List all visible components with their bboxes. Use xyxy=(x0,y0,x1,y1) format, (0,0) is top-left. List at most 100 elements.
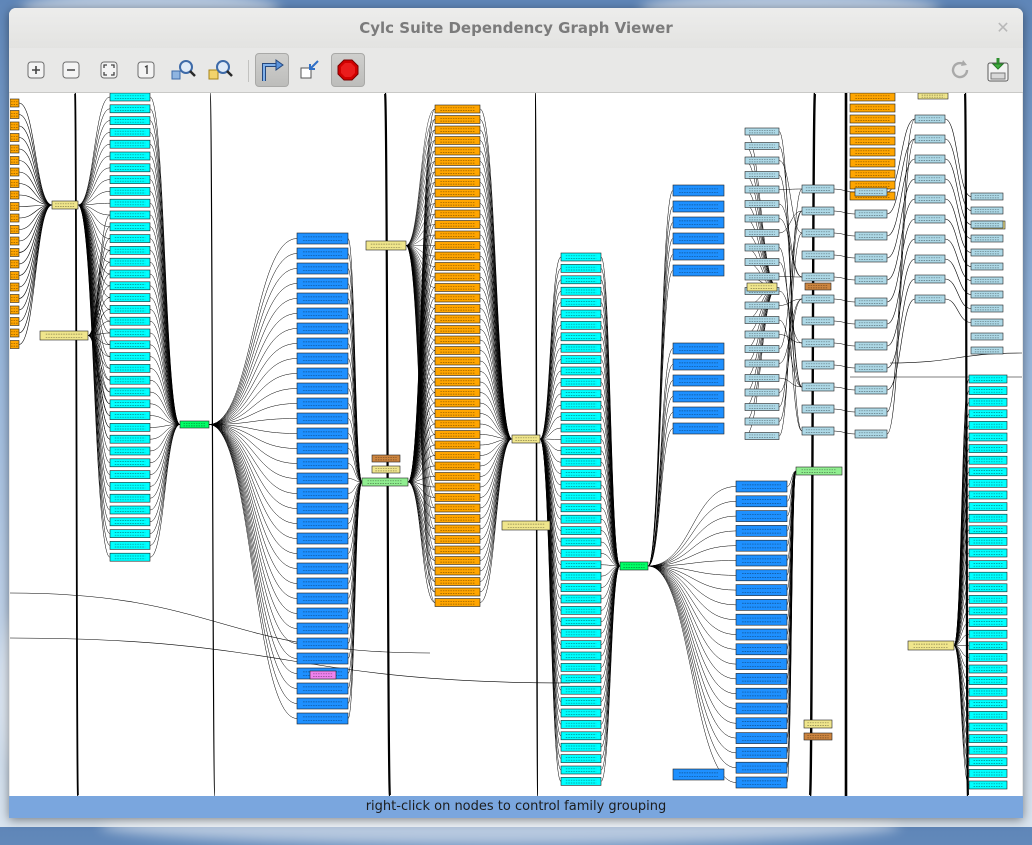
task-node-orange[interactable] xyxy=(850,104,895,112)
dependency-graph-canvas[interactable] xyxy=(10,93,1022,796)
task-node-blue[interactable] xyxy=(736,599,787,610)
task-node-cyan[interactable] xyxy=(561,481,601,489)
task-node-brown[interactable] xyxy=(804,733,832,740)
task-node-lightblue[interactable] xyxy=(802,405,834,413)
task-node-cyan[interactable] xyxy=(561,413,601,421)
task-node-cyan[interactable] xyxy=(110,270,150,278)
task-node-orange[interactable] xyxy=(435,431,480,439)
task-node-orange[interactable] xyxy=(435,347,480,355)
task-node-lightblue[interactable] xyxy=(855,342,887,350)
task-node-blue[interactable] xyxy=(297,563,348,574)
task-node-cyan[interactable] xyxy=(110,305,150,313)
refresh-button[interactable] xyxy=(943,53,977,87)
task-node-blue[interactable] xyxy=(673,343,724,354)
task-node-lightblue[interactable] xyxy=(915,115,945,123)
task-node-lightblue[interactable] xyxy=(802,317,834,325)
task-node-orange[interactable] xyxy=(850,115,895,123)
task-node-cyan[interactable] xyxy=(969,456,1007,464)
task-node-blue[interactable] xyxy=(297,368,348,379)
task-node-cyan[interactable] xyxy=(969,665,1007,673)
task-node-cyan[interactable] xyxy=(969,491,1007,499)
task-node-orange[interactable] xyxy=(435,116,480,124)
task-node-orange[interactable] xyxy=(10,122,19,130)
task-node-blue[interactable] xyxy=(297,548,348,559)
task-node-lightblue[interactable] xyxy=(855,298,887,306)
task-node-lightblue[interactable] xyxy=(855,188,887,196)
task-node-lightblue[interactable] xyxy=(971,235,1003,242)
task-node-cyan[interactable] xyxy=(110,518,150,526)
task-node-cyan[interactable] xyxy=(561,709,601,717)
task-node-cyan[interactable] xyxy=(110,329,150,337)
task-node-cyan[interactable] xyxy=(110,211,150,219)
task-node-blue[interactable] xyxy=(736,762,787,773)
task-node-lightblue[interactable] xyxy=(915,215,945,223)
task-node-orange[interactable] xyxy=(10,295,19,303)
task-node-cyan[interactable] xyxy=(561,606,601,614)
task-node-cyan[interactable] xyxy=(110,459,150,467)
task-node-brown[interactable] xyxy=(372,455,400,462)
task-node-cyan[interactable] xyxy=(110,506,150,514)
task-node-blue[interactable] xyxy=(297,308,348,319)
task-node-orange[interactable] xyxy=(435,399,480,407)
task-node-cyan[interactable] xyxy=(969,723,1007,731)
task-node-cyan[interactable] xyxy=(561,584,601,592)
task-node-orange[interactable] xyxy=(10,145,19,153)
task-node-lightblue[interactable] xyxy=(915,275,945,283)
task-node-cyan[interactable] xyxy=(110,341,150,349)
task-node-cyan[interactable] xyxy=(110,423,150,431)
task-node-cyan[interactable] xyxy=(110,482,150,490)
task-node-cyan[interactable] xyxy=(969,514,1007,522)
task-node-cyan[interactable] xyxy=(110,530,150,538)
task-node-orange[interactable] xyxy=(435,210,480,218)
task-node-blue[interactable] xyxy=(297,473,348,484)
task-node-orange[interactable] xyxy=(10,134,19,142)
task-node-orange[interactable] xyxy=(10,318,19,326)
task-node-blue[interactable] xyxy=(736,747,787,758)
task-node-blue[interactable] xyxy=(736,570,787,581)
task-node-cyan[interactable] xyxy=(561,390,601,398)
task-node-orange[interactable] xyxy=(435,273,480,281)
task-node-cyan[interactable] xyxy=(969,781,1007,789)
task-node-orange[interactable] xyxy=(435,525,480,533)
task-node-cyan[interactable] xyxy=(561,344,601,352)
task-node-blue[interactable] xyxy=(736,703,787,714)
task-node-cyan[interactable] xyxy=(110,435,150,443)
task-node-cyan[interactable] xyxy=(561,561,601,569)
task-node-cyan[interactable] xyxy=(969,526,1007,534)
task-node-cyan[interactable] xyxy=(969,398,1007,406)
zoom-normal-button[interactable] xyxy=(129,53,163,87)
task-node-blue[interactable] xyxy=(297,683,348,694)
task-node-lightgreen[interactable] xyxy=(362,478,408,486)
task-node-lightblue[interactable] xyxy=(745,346,779,353)
task-node-cyan[interactable] xyxy=(561,458,601,466)
task-node-cyan[interactable] xyxy=(969,630,1007,638)
group-button[interactable] xyxy=(293,53,327,87)
task-node-cyan[interactable] xyxy=(969,584,1007,592)
task-node-cyan[interactable] xyxy=(110,388,150,396)
task-node-lightblue[interactable] xyxy=(802,383,834,391)
task-node-cyan[interactable] xyxy=(110,400,150,408)
task-node-cyan[interactable] xyxy=(110,412,150,420)
task-node-orange[interactable] xyxy=(435,578,480,586)
task-node-orange[interactable] xyxy=(10,272,19,280)
zoom-in-button[interactable] xyxy=(19,53,53,87)
task-node-cyan[interactable] xyxy=(561,401,601,409)
task-node-orange[interactable] xyxy=(435,221,480,229)
task-node-cyan[interactable] xyxy=(561,549,601,557)
task-node-orange[interactable] xyxy=(10,191,19,199)
task-node-blue[interactable] xyxy=(736,718,787,729)
task-node-orange[interactable] xyxy=(10,226,19,234)
task-node-cyan[interactable] xyxy=(969,735,1007,743)
task-node-orange[interactable] xyxy=(435,441,480,449)
task-node-blue[interactable] xyxy=(297,413,348,424)
close-window-button[interactable]: ✕ xyxy=(995,20,1011,36)
task-node-orange[interactable] xyxy=(850,159,895,167)
task-node-cyan[interactable] xyxy=(969,572,1007,580)
task-node-cyan[interactable] xyxy=(110,353,150,361)
task-node-blue[interactable] xyxy=(297,608,348,619)
task-node-blue[interactable] xyxy=(673,359,724,370)
task-node-orange[interactable] xyxy=(435,105,480,113)
task-node-lightblue[interactable] xyxy=(745,302,779,309)
task-node-lightblue[interactable] xyxy=(971,207,1003,214)
task-node-cyan[interactable] xyxy=(969,653,1007,661)
